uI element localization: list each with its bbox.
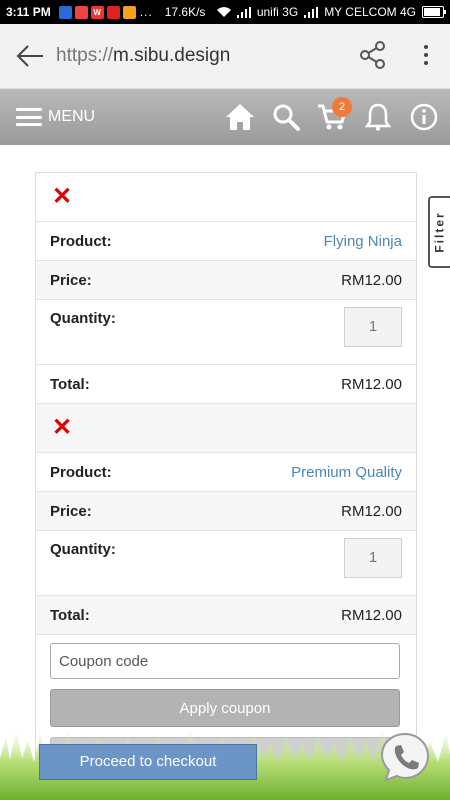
url-scheme: https:// (56, 45, 114, 66)
total-value: RM12.00 (341, 606, 402, 624)
info-icon (410, 103, 438, 131)
network-speed: 17.6K/s (164, 5, 206, 19)
total-row: Total: RM12.00 (36, 596, 416, 635)
cart-count-badge: 2 (332, 97, 352, 117)
filter-label: Filter (433, 211, 447, 253)
price-row: Price: RM12.00 (36, 261, 416, 300)
carrier-2: MY CELCOM 4G (324, 5, 416, 19)
home-icon (226, 104, 254, 130)
signal-icon (236, 6, 251, 18)
price-label: Price: (50, 502, 92, 520)
browser-toolbar: https://m.sibu.design (0, 24, 450, 89)
remove-item-button[interactable]: ✕ (52, 185, 72, 209)
search-button[interactable] (270, 101, 302, 133)
total-label: Total: (50, 606, 90, 624)
url-host: m.sibu.design (113, 45, 231, 66)
home-button[interactable] (224, 101, 256, 133)
cart-item-remove-row: ✕ (36, 173, 416, 222)
status-time: 3:11 PM (6, 5, 51, 19)
quantity-input[interactable]: 1 (344, 307, 402, 347)
price-row: Price: RM12.00 (36, 492, 416, 531)
wifi-icon (216, 6, 231, 17)
proceed-to-checkout-button[interactable]: Proceed to checkout (39, 744, 257, 780)
bell-icon (365, 103, 391, 131)
notification-icons: W (58, 5, 136, 19)
app-notification-icon (58, 5, 72, 19)
battery-icon (422, 6, 446, 18)
share-icon[interactable] (358, 40, 388, 70)
search-icon (273, 104, 300, 131)
app3-notification-icon (122, 5, 136, 19)
menu-button[interactable]: MENU (16, 108, 95, 126)
coupon-code-input[interactable]: Coupon code (50, 643, 400, 679)
more-notifications: ... (139, 5, 153, 19)
total-value: RM12.00 (341, 375, 402, 393)
price-label: Price: (50, 271, 92, 289)
signal-icon-2 (304, 6, 319, 18)
overflow-menu-icon[interactable] (416, 40, 436, 70)
mail-notification-icon (74, 5, 88, 19)
cart-table: ✕ Product: Flying Ninja Price: RM12.00 Q… (35, 172, 417, 784)
product-link[interactable]: Flying Ninja (324, 233, 402, 250)
cart-button[interactable]: 2 (316, 97, 352, 133)
quantity-input[interactable]: 1 (344, 538, 402, 578)
wps-notification-icon: W (90, 5, 104, 19)
price-value: RM12.00 (341, 271, 402, 289)
menu-label: MENU (48, 108, 96, 125)
product-label: Product: (50, 463, 112, 481)
arrow-left-icon (16, 45, 43, 67)
quantity-label: Quantity: (50, 541, 116, 558)
product-row: Product: Premium Quality (36, 453, 416, 492)
carrier-1: unifi 3G (256, 5, 299, 19)
status-bar: 3:11 PM W ... 17.6K/s unifi 3G MY CELCOM… (0, 0, 450, 24)
total-row: Total: RM12.00 (36, 365, 416, 404)
notifications-button[interactable] (362, 101, 394, 133)
info-button[interactable] (408, 101, 440, 133)
product-link[interactable]: Premium Quality (291, 464, 402, 481)
product-row: Product: Flying Ninja (36, 222, 416, 261)
total-label: Total: (50, 375, 90, 393)
quantity-label: Quantity: (50, 310, 116, 327)
site-header: MENU 2 (0, 89, 450, 145)
remove-item-button[interactable]: ✕ (52, 416, 72, 440)
quantity-row: Quantity: 1 (36, 300, 416, 365)
whatsapp-icon[interactable] (378, 730, 432, 784)
hamburger-icon (16, 108, 42, 126)
price-value: RM12.00 (341, 502, 402, 520)
back-button[interactable] (8, 34, 52, 78)
quantity-row: Quantity: 1 (36, 531, 416, 596)
product-label: Product: (50, 232, 112, 250)
filter-tab[interactable]: Filter (428, 196, 450, 268)
address-bar[interactable]: https://m.sibu.design (56, 45, 230, 67)
cart-item-remove-row: ✕ (36, 404, 416, 453)
app2-notification-icon (106, 5, 120, 19)
